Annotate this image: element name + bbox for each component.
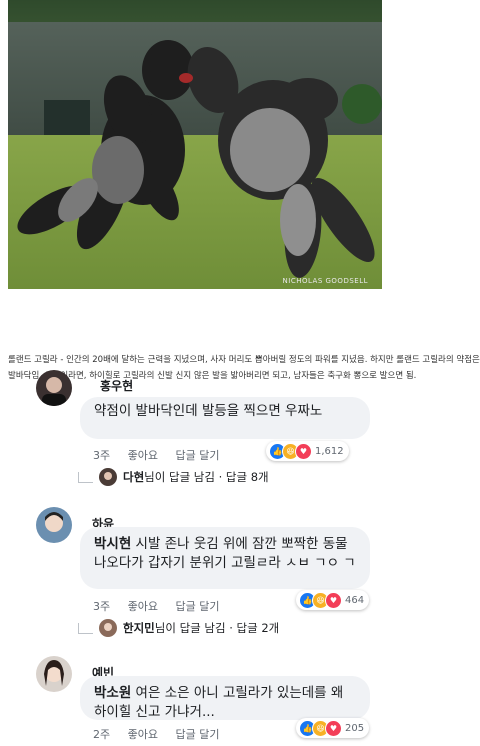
replier-avatar bbox=[99, 468, 117, 486]
comment-text: 박소원 여은 소은 아니 고릴라가 있는데를 왜 하이힐 신고 가냐거... bbox=[94, 684, 356, 722]
replies-summary: 님이 답글 남김 · 답글 8개 bbox=[144, 470, 269, 484]
post-photo[interactable]: NICHOLAS GOODSELL bbox=[8, 0, 382, 289]
comment-time[interactable]: 3주 bbox=[93, 449, 110, 462]
view-replies-link[interactable]: 한지민 님이 답글 남김 · 답글 2개 bbox=[78, 619, 279, 637]
reply-button[interactable]: 답글 달기 bbox=[176, 728, 220, 741]
like-button[interactable]: 좋아요 bbox=[128, 600, 158, 613]
comment-text: 박시현 시발 존나 웃김 위에 잠깐 뽀짝한 동물 나오다가 갑자기 분위기 고… bbox=[94, 535, 356, 573]
avatar[interactable] bbox=[36, 507, 72, 543]
comment-bubble: 박소원 여은 소은 아니 고릴라가 있는데를 왜 하이힐 신고 가냐거... bbox=[80, 676, 370, 720]
comment-bubble: 박시현 시발 존나 웃김 위에 잠깐 뽀짝한 동물 나오다가 갑자기 분위기 고… bbox=[80, 527, 370, 589]
replier-name[interactable]: 한지민 bbox=[123, 620, 155, 636]
comment-author[interactable]: 홍우현 bbox=[100, 377, 356, 394]
tagged-user[interactable]: 박시현 bbox=[94, 536, 131, 552]
comment-text: 약점이 발바닥인데 발등을 찍으면 우짜노 bbox=[94, 403, 323, 419]
love-reaction-icon: ♥ bbox=[295, 442, 312, 460]
comment-meta: 3주 좋아요 답글 달기 bbox=[93, 598, 233, 614]
comment-body: 시발 존나 웃김 위에 잠깐 뽀짝한 동물 나오다가 갑자기 분위기 고릴ㄹ라 … bbox=[94, 536, 356, 571]
reply-button[interactable]: 답글 달기 bbox=[176, 449, 220, 462]
comment-body: 여은 소은 아니 고릴라가 있는데를 왜 하이힐 신고 가냐거... bbox=[94, 685, 344, 720]
tagged-user[interactable]: 박소원 bbox=[94, 685, 131, 701]
gorillas-illustration bbox=[17, 40, 375, 278]
love-reaction-icon: ♥ bbox=[325, 719, 342, 737]
reactions-badge[interactable]: 👍 😆 ♥ 464 bbox=[296, 590, 370, 610]
reaction-count: 1,612 bbox=[315, 445, 344, 457]
reaction-count: 464 bbox=[345, 594, 365, 606]
replier-name[interactable]: 다현 bbox=[123, 469, 144, 485]
reaction-count: 205 bbox=[345, 722, 365, 734]
avatar-image bbox=[36, 370, 72, 406]
avatar[interactable] bbox=[36, 656, 72, 692]
replies-summary: 님이 답글 남김 · 답글 2개 bbox=[154, 621, 280, 635]
comment-meta: 3주 좋아요 답글 달기 bbox=[93, 447, 233, 463]
photo-credit: NICHOLAS GOODSELL bbox=[282, 277, 368, 285]
reply-arrow-icon bbox=[78, 622, 93, 634]
comment-time[interactable]: 2주 bbox=[93, 728, 110, 741]
reply-button[interactable]: 답글 달기 bbox=[176, 600, 220, 613]
view-replies-link[interactable]: 다현 님이 답글 남김 · 답글 8개 bbox=[78, 468, 269, 486]
avatar-image bbox=[36, 507, 72, 543]
comment-time[interactable]: 3주 bbox=[93, 600, 110, 613]
reactions-badge[interactable]: 👍 😆 ♥ 1,612 bbox=[266, 441, 349, 461]
reactions-badge[interactable]: 👍 😆 ♥ 205 bbox=[296, 718, 370, 738]
like-button[interactable]: 좋아요 bbox=[128, 728, 158, 741]
avatar-image bbox=[36, 656, 72, 692]
reply-arrow-icon bbox=[78, 471, 93, 483]
replier-avatar bbox=[99, 619, 117, 637]
love-reaction-icon: ♥ bbox=[325, 591, 342, 609]
avatar[interactable] bbox=[36, 370, 72, 406]
comment-meta: 2주 좋아요 답글 달기 bbox=[93, 726, 233, 742]
like-button[interactable]: 좋아요 bbox=[128, 449, 158, 462]
comment-bubble: 홍우현 약점이 발바닥인데 발등을 찍으면 우짜노 bbox=[80, 379, 370, 439]
